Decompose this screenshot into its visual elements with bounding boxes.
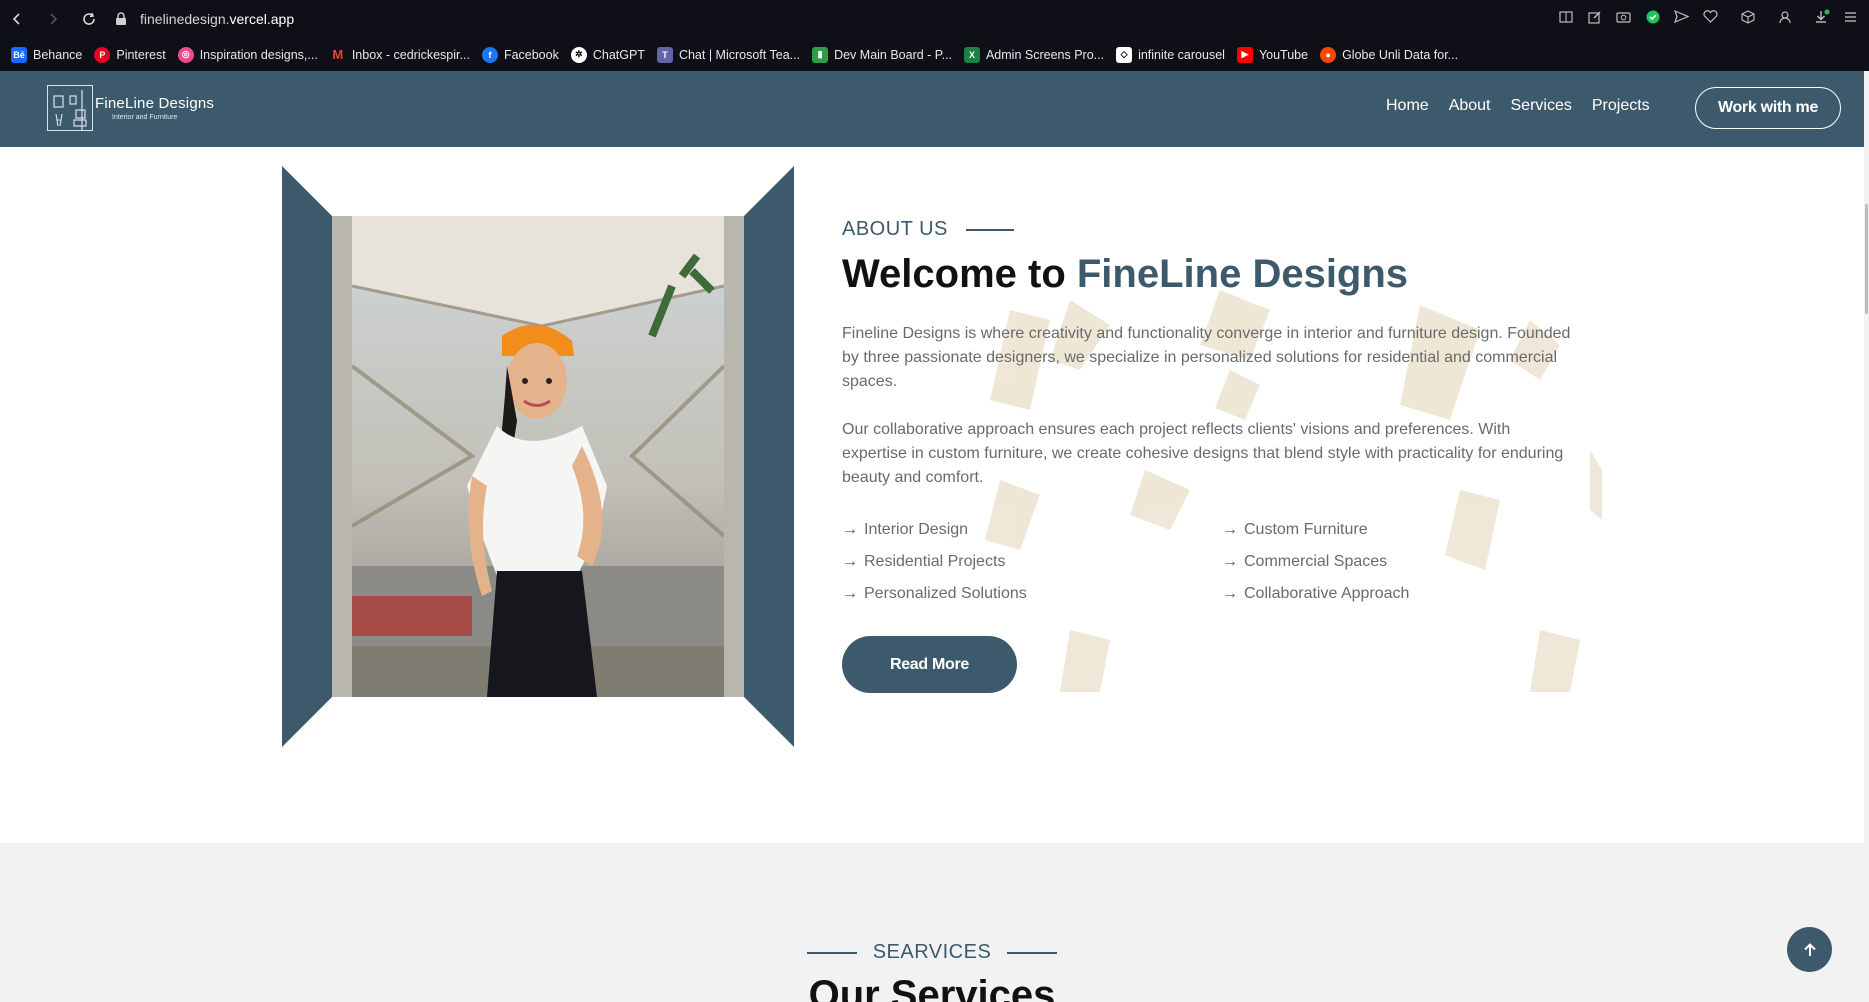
extension-icons	[1557, 8, 1859, 25]
features-left: → Interior Design → Residential Projects →…	[842, 514, 1027, 610]
dribbble-icon: ◎	[177, 46, 194, 63]
about-heading: Welcome to FineLine Designs	[842, 252, 1409, 296]
menu-icon[interactable]	[1842, 8, 1859, 25]
read-more-button[interactable]: Read More	[842, 636, 1017, 693]
edit-icon[interactable]	[1586, 8, 1603, 25]
main-nav: Home About Services Projects	[1386, 97, 1650, 115]
board-icon: ▮	[812, 46, 829, 63]
feature-item: → Interior Design	[842, 521, 969, 538]
feature-item: → Collaborative Approach	[1222, 585, 1410, 602]
bookmark-facebook[interactable]: f Facebook	[481, 46, 559, 63]
features-right: → Custom Furniture → Commercial Spaces → Co…	[1222, 514, 1409, 610]
arrow-right-icon: →	[842, 521, 858, 538]
youtube-icon: ▶	[1236, 46, 1253, 63]
pinterest-icon: P	[94, 46, 111, 63]
services-eyebrow: SEARVICES	[0, 941, 1864, 964]
teams-icon: T	[656, 46, 673, 63]
work-with-me-button[interactable]: Work with me	[1695, 87, 1841, 129]
site-header: FineLine Designs Interior and Furniture …	[0, 71, 1864, 147]
arrow-right-icon: →	[1222, 553, 1238, 570]
eyebrow-divider	[806, 951, 857, 954]
browser-toolbar: finelinedesign.vercel.app	[0, 0, 1869, 38]
address-bar[interactable]: finelinedesign.vercel.app	[114, 11, 294, 27]
camera-icon[interactable]	[1615, 8, 1632, 25]
shield-check-icon[interactable]	[1644, 8, 1661, 25]
codesandbox-icon: ◇	[1116, 46, 1133, 63]
feature-item: → Commercial Spaces	[1222, 553, 1388, 570]
gmail-icon: M	[332, 47, 344, 62]
bookmark-chatgpt[interactable]: ✲ ChatGPT	[570, 46, 645, 63]
chatgpt-icon: ✲	[570, 46, 587, 63]
arrow-right-icon: →	[842, 553, 858, 570]
bookmark-admin-screens[interactable]: X Admin Screens Pro...	[963, 46, 1104, 63]
arrow-up-icon	[1803, 942, 1816, 956]
logo-name: FineLine Designs	[95, 95, 215, 112]
scroll-to-top-button[interactable]	[1787, 927, 1832, 972]
facebook-icon: f	[481, 46, 498, 63]
cube-icon[interactable]	[1739, 8, 1756, 25]
eyebrow-divider	[965, 228, 1014, 231]
reddit-icon: ●	[1320, 46, 1337, 63]
feature-item: → Personalized Solutions	[842, 585, 1027, 602]
scrollbar-thumb[interactable]	[1865, 204, 1868, 314]
bookmark-inbox[interactable]: M Inbox - cedrickespir...	[330, 47, 470, 63]
bookmark-behance[interactable]: Bē Behance	[11, 46, 82, 63]
arrow-right-icon: →	[1222, 585, 1238, 602]
arrow-right-icon: →	[1222, 521, 1238, 538]
logo-mark-icon	[47, 85, 93, 131]
bookmark-inspiration[interactable]: ◎ Inspiration designs,...	[177, 46, 318, 63]
reader-icon[interactable]	[1557, 8, 1574, 25]
about-paragraph-1: Fineline Designs is where creativity and…	[842, 325, 1571, 390]
about-paragraph-2: Our collaborative approach ensures each …	[842, 421, 1564, 486]
about-eyebrow: ABOUT US	[842, 218, 1014, 241]
bookmark-youtube[interactable]: ▶ YouTube	[1236, 46, 1308, 63]
bookmark-infinite-carousel[interactable]: ◇ infinite carousel	[1116, 46, 1225, 63]
reload-icon[interactable]	[78, 8, 100, 30]
services-section: SEARVICES Our Services	[0, 843, 1864, 1002]
logo-tagline: Interior and Furniture	[112, 114, 178, 121]
designer-photo	[352, 216, 724, 697]
logo[interactable]: FineLine Designs Interior and Furniture	[47, 85, 214, 131]
nav-home[interactable]: Home	[1386, 97, 1429, 115]
services-heading: Our Services	[808, 973, 1056, 1002]
page-scrollbar[interactable]	[1864, 71, 1869, 1002]
bookmark-globe[interactable]: ● Globe Unli Data for...	[1320, 46, 1458, 63]
profile-icon[interactable]	[1776, 8, 1793, 25]
lock-icon	[116, 12, 126, 25]
excel-icon: X	[963, 46, 980, 63]
heart-icon[interactable]	[1702, 8, 1719, 25]
send-icon[interactable]	[1673, 8, 1690, 25]
download-icon[interactable]	[1813, 8, 1830, 25]
nav-projects[interactable]: Projects	[1592, 97, 1650, 115]
bookmarks-bar: Bē Behance P Pinterest ◎ Inspiration design…	[0, 38, 1869, 71]
nav-services[interactable]: Services	[1511, 97, 1572, 115]
back-icon[interactable]	[6, 8, 28, 30]
eyebrow-divider	[1007, 951, 1058, 954]
behance-icon: Bē	[11, 46, 27, 63]
nav-about[interactable]: About	[1449, 97, 1491, 115]
bookmark-pinterest[interactable]: P Pinterest	[94, 46, 166, 63]
feature-item: → Custom Furniture	[1222, 521, 1368, 538]
bookmark-teams[interactable]: T Chat | Microsoft Tea...	[656, 46, 800, 63]
forward-icon[interactable]	[42, 8, 64, 30]
url-text: finelinedesign.vercel.app	[140, 11, 295, 27]
bookmark-dev-board[interactable]: ▮ Dev Main Board - P...	[812, 46, 952, 63]
arrow-right-icon: →	[842, 585, 858, 602]
feature-item: → Residential Projects	[842, 553, 1006, 570]
